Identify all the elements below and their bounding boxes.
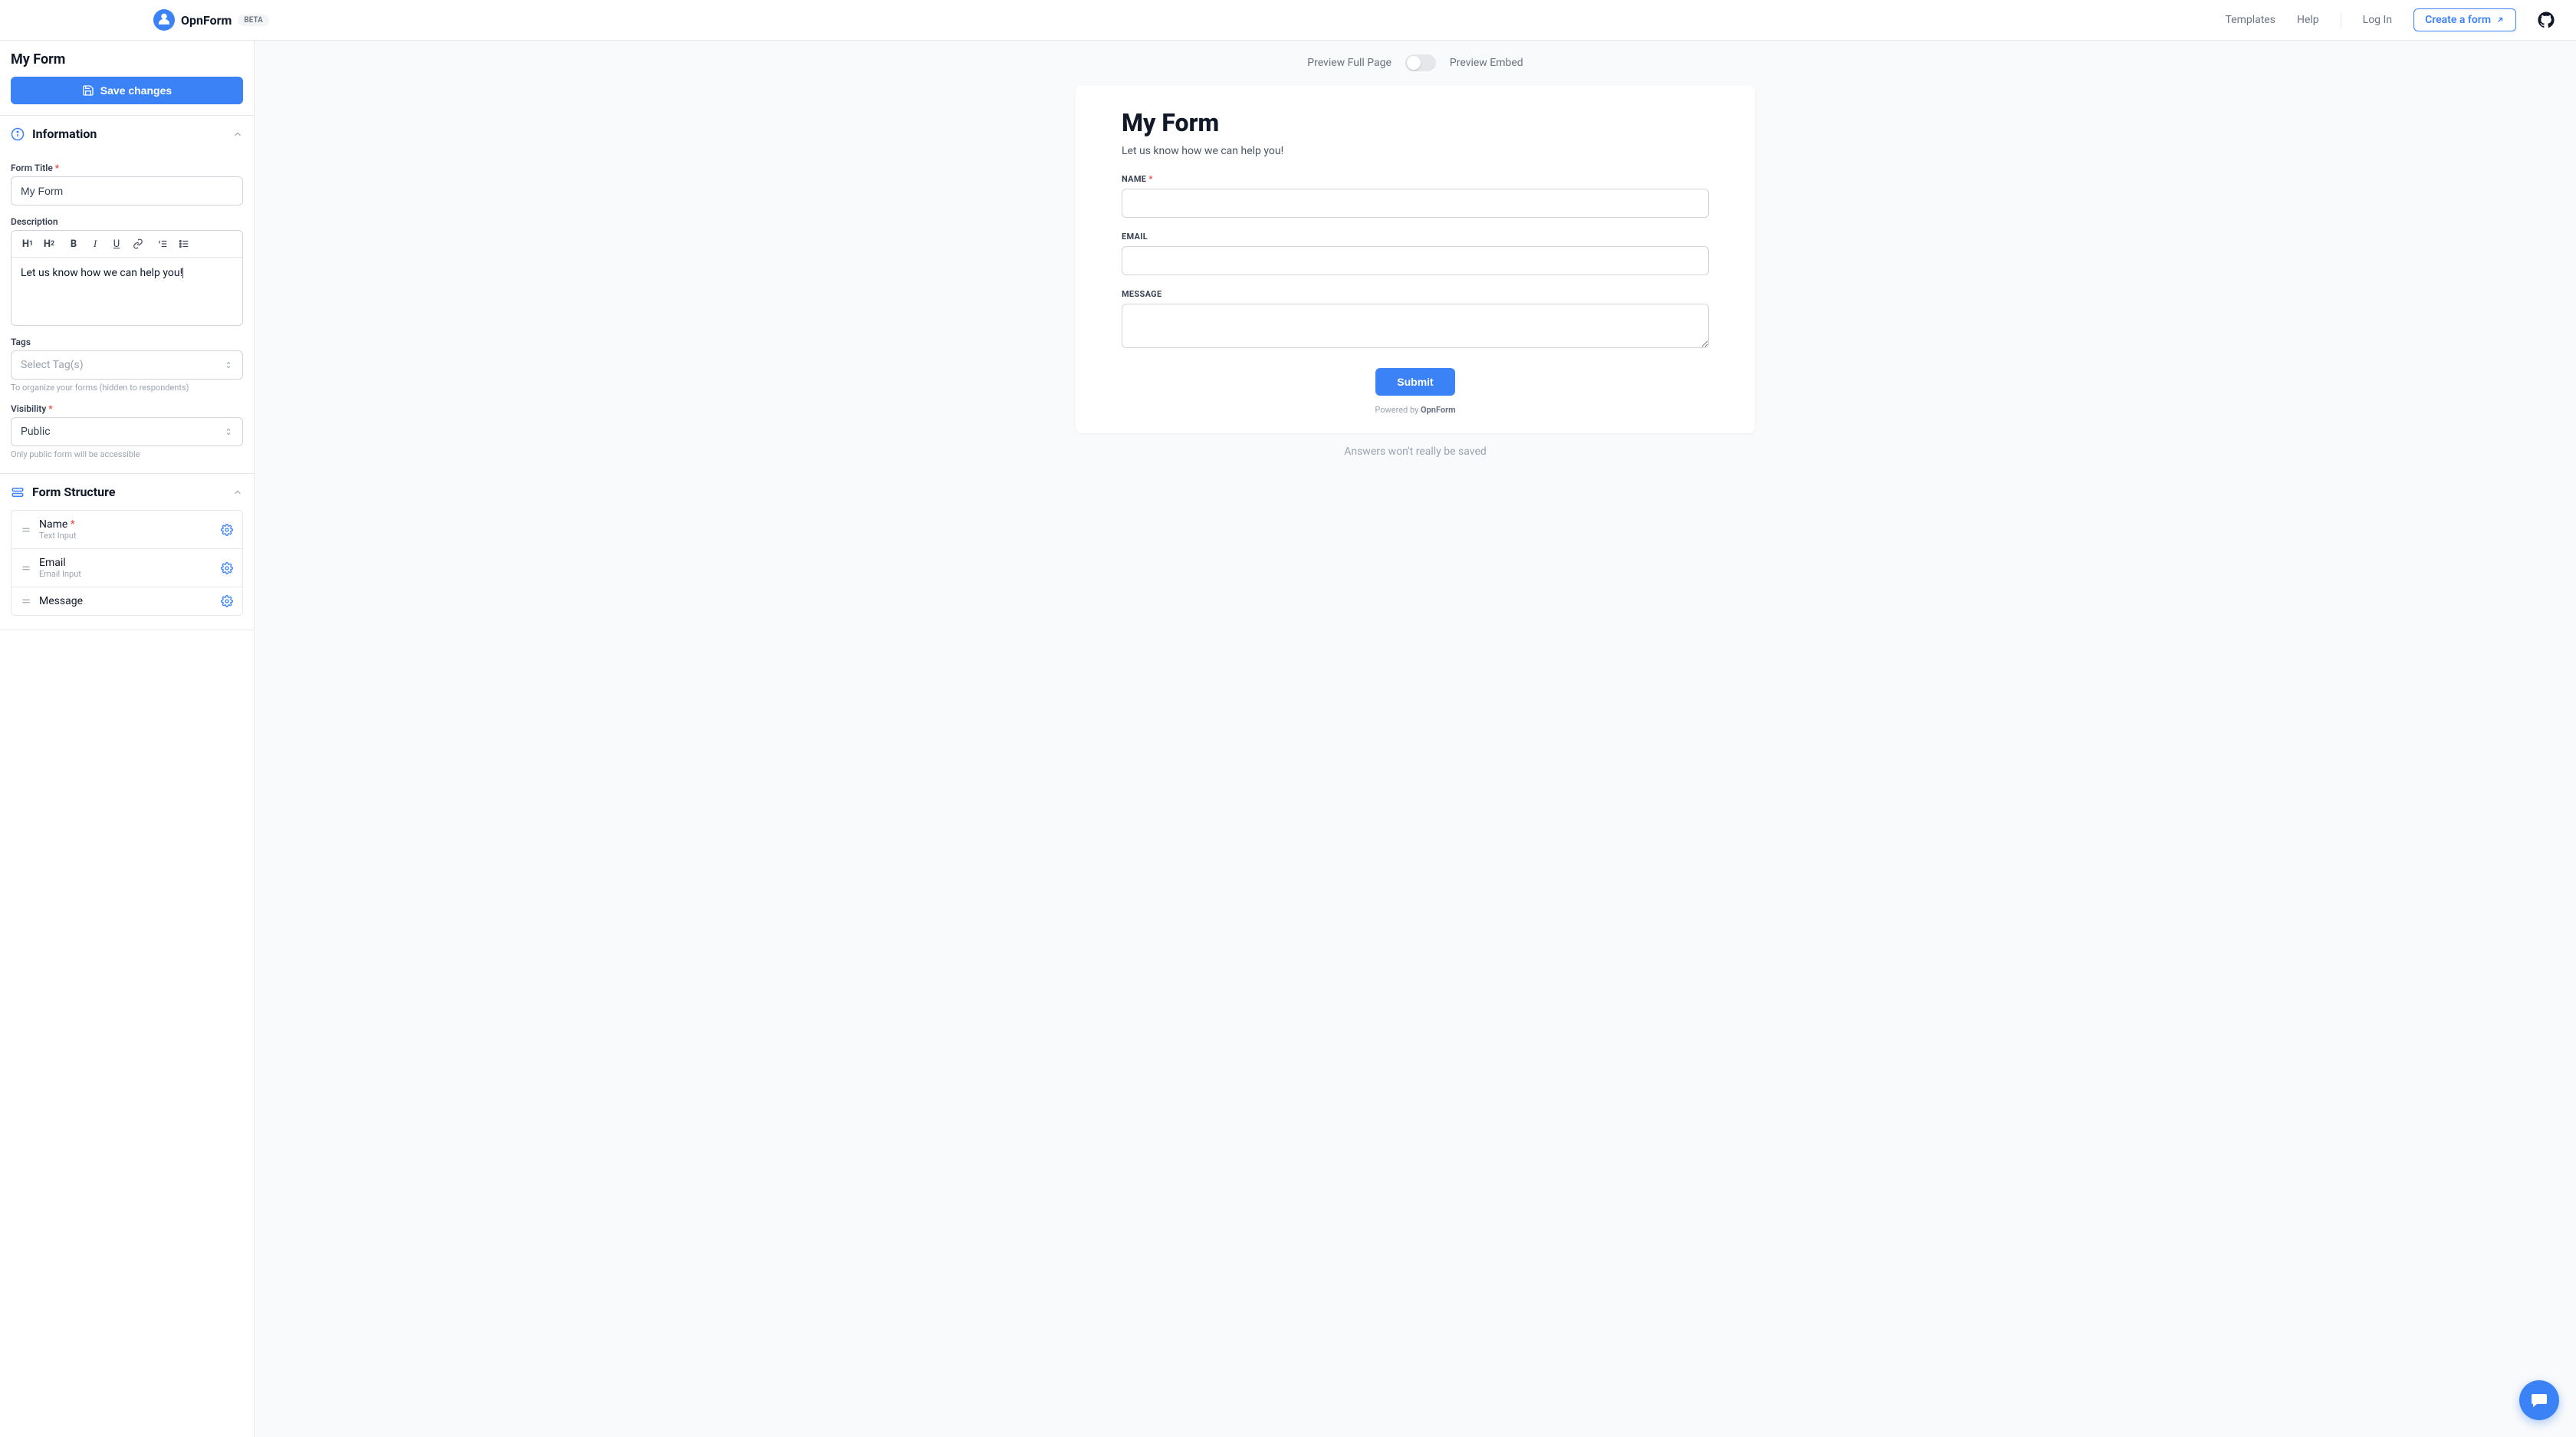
preview-full-page-label[interactable]: Preview Full Page xyxy=(1307,57,1392,69)
visibility-value: Public xyxy=(21,426,51,438)
select-arrows-icon xyxy=(224,360,233,370)
visibility-select[interactable]: Public xyxy=(11,417,243,446)
preview-field-label: NAME * xyxy=(1122,174,1709,184)
visibility-label: Visibility * xyxy=(11,403,243,414)
field-type: Email Input xyxy=(39,569,213,579)
gear-icon[interactable] xyxy=(221,562,233,574)
external-link-icon xyxy=(2496,15,2505,25)
rich-text-toolbar: H1 H2 B I U xyxy=(12,231,242,258)
form-title-input[interactable] xyxy=(11,176,243,206)
sidebar-form-name: My Form xyxy=(11,51,243,67)
preview-input[interactable] xyxy=(1122,246,1709,275)
link-icon xyxy=(133,238,143,249)
information-section-header[interactable]: Information xyxy=(0,116,254,152)
field-name: Name * xyxy=(39,518,213,531)
unordered-list-icon xyxy=(179,238,189,249)
preview-embed-label[interactable]: Preview Embed xyxy=(1450,57,1523,69)
information-heading: Information xyxy=(32,127,225,141)
powered-by[interactable]: Powered by OpnForm xyxy=(1122,405,1709,415)
form-structure-list: Name * Text Input Email Email Input Mess… xyxy=(11,510,243,616)
create-form-button[interactable]: Create a form xyxy=(2413,8,2516,31)
logo[interactable]: OpnForm BETA xyxy=(153,9,269,31)
drag-handle-icon xyxy=(21,596,31,607)
required-asterisk: * xyxy=(55,163,59,173)
preview-form-description: Let us know how we can help you! xyxy=(1122,145,1709,157)
preview-mode-toggle[interactable] xyxy=(1405,54,1436,71)
form-structure-item[interactable]: Email Email Input xyxy=(12,549,242,587)
top-nav: OpnForm BETA Templates Help Log In Creat… xyxy=(0,0,2576,41)
description-label: Description xyxy=(11,216,243,227)
chat-icon xyxy=(2530,1391,2548,1409)
description-editor: H1 H2 B I U xyxy=(11,230,243,326)
preview-area: Preview Full Page Preview Embed My Form … xyxy=(255,41,2576,1437)
drag-handle-icon xyxy=(21,524,31,535)
unordered-list-button[interactable] xyxy=(177,237,191,251)
gear-icon[interactable] xyxy=(221,524,233,536)
beta-badge: BETA xyxy=(238,15,268,26)
save-icon xyxy=(82,84,94,97)
form-preview-card: My Form Let us know how we can help you!… xyxy=(1076,85,1755,433)
tags-placeholder: Select Tag(s) xyxy=(21,359,84,371)
chevron-up-icon xyxy=(232,129,243,140)
form-title-label: Form Title * xyxy=(11,163,243,173)
link-button[interactable] xyxy=(131,237,145,251)
structure-icon xyxy=(11,485,25,499)
h1-button[interactable]: H1 xyxy=(21,237,34,251)
brand-name: OpnForm xyxy=(181,13,232,28)
login-link[interactable]: Log In xyxy=(2363,14,2392,26)
opnform-logo-icon xyxy=(153,9,175,31)
required-asterisk: * xyxy=(48,403,52,414)
bold-button[interactable]: B xyxy=(67,237,80,251)
preview-field-label: EMAIL xyxy=(1122,232,1709,242)
github-icon[interactable] xyxy=(2538,12,2555,28)
powered-prefix: Powered by xyxy=(1375,405,1421,415)
save-changes-button[interactable]: Save changes xyxy=(11,77,243,104)
tags-select[interactable]: Select Tag(s) xyxy=(11,350,243,380)
form-structure-heading: Form Structure xyxy=(32,485,225,499)
toggle-knob xyxy=(1407,56,1421,70)
form-structure-section-header[interactable]: Form Structure xyxy=(0,474,254,510)
description-textarea[interactable]: Let us know how we can help you! xyxy=(12,258,242,325)
ordered-list-icon xyxy=(157,238,168,249)
tags-label: Tags xyxy=(11,337,243,347)
underline-button[interactable]: U xyxy=(110,237,123,251)
visibility-label-text: Visibility xyxy=(11,403,46,414)
italic-button[interactable]: I xyxy=(88,237,102,251)
field-name: Email xyxy=(39,557,213,569)
visibility-help-text: Only public form will be accessible xyxy=(11,449,243,459)
ordered-list-button[interactable] xyxy=(156,237,169,251)
h2-button[interactable]: H2 xyxy=(42,237,56,251)
powered-name: OpnForm xyxy=(1421,405,1456,415)
preview-input[interactable] xyxy=(1122,189,1709,218)
field-name: Message xyxy=(39,595,213,607)
preview-form-title: My Form xyxy=(1122,108,1709,137)
submit-button[interactable]: Submit xyxy=(1375,368,1454,396)
description-value: Let us know how we can help you! xyxy=(21,267,183,279)
chevron-up-icon xyxy=(232,487,243,498)
chat-fab-button[interactable] xyxy=(2519,1380,2559,1420)
drag-handle-icon xyxy=(21,563,31,574)
preview-textarea[interactable] xyxy=(1122,304,1709,348)
form-structure-item[interactable]: Name * Text Input xyxy=(12,511,242,549)
sidebar: My Form Save changes Information Form Ti… xyxy=(0,41,255,1437)
answers-not-saved-text: Answers won't really be saved xyxy=(255,446,2576,458)
field-type: Text Input xyxy=(39,531,213,541)
form-structure-item[interactable]: Message xyxy=(12,587,242,615)
help-link[interactable]: Help xyxy=(2297,14,2319,26)
gear-icon[interactable] xyxy=(221,595,233,607)
create-form-label: Create a form xyxy=(2425,14,2491,26)
templates-link[interactable]: Templates xyxy=(2225,14,2275,26)
tags-help-text: To organize your forms (hidden to respon… xyxy=(11,383,243,393)
info-icon xyxy=(11,127,25,141)
save-changes-label: Save changes xyxy=(100,84,172,97)
select-arrows-icon xyxy=(224,426,233,437)
form-title-label-text: Form Title xyxy=(11,163,53,173)
preview-field-label: MESSAGE xyxy=(1122,289,1709,299)
